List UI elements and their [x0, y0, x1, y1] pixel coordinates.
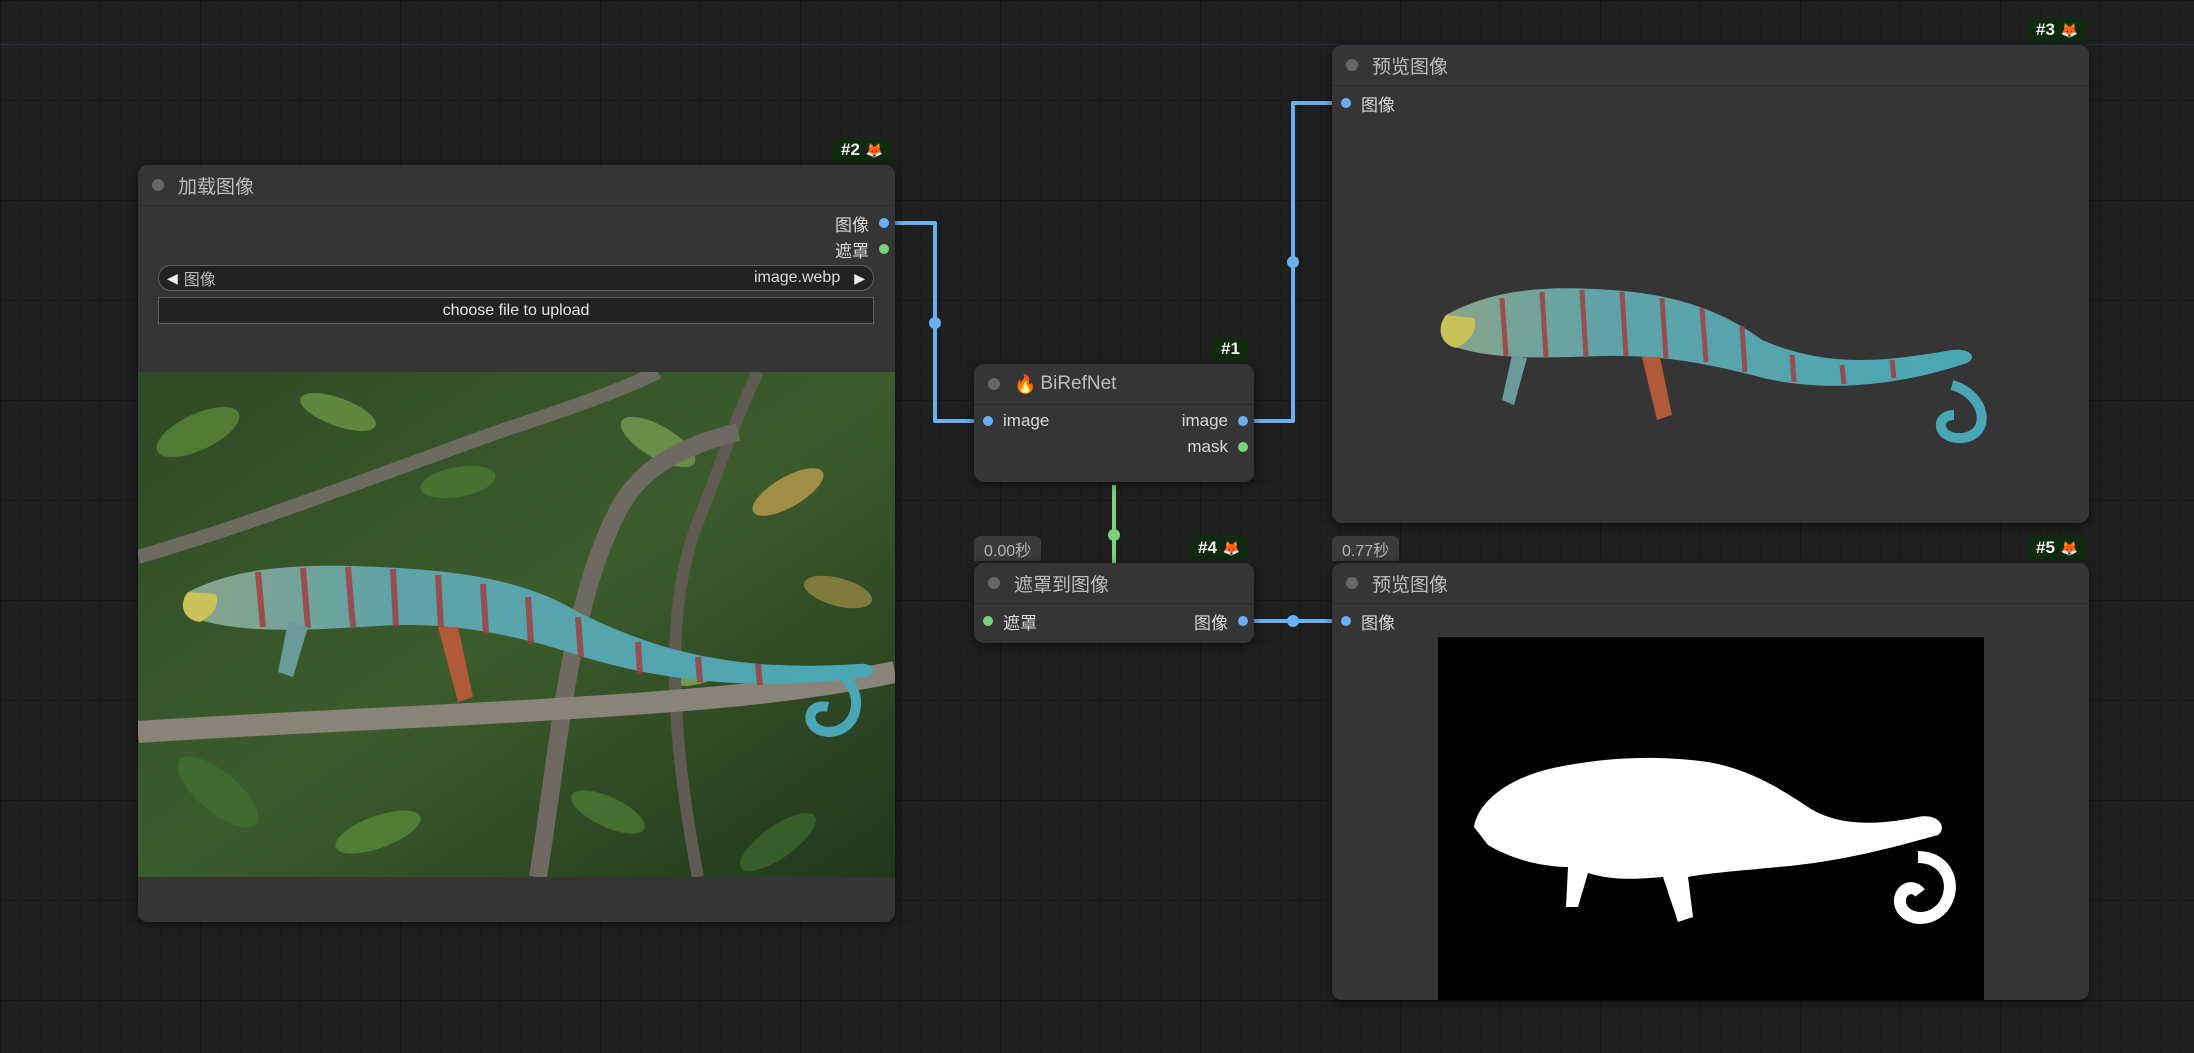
node-title-bar[interactable]: 🔥 BiRefNet [974, 364, 1254, 405]
output-dot[interactable] [1238, 616, 1248, 626]
output-dot[interactable] [1238, 416, 1248, 426]
input-dot[interactable] [983, 416, 993, 426]
output-slot-image[interactable]: 图像 [1194, 611, 1248, 633]
input-slot-image[interactable]: image [983, 411, 1049, 431]
collapse-toggle[interactable] [1346, 59, 1358, 71]
input-slot-mask[interactable]: 遮罩 [983, 611, 1037, 633]
node-id-badge: #3 🦊 [2028, 18, 2087, 42]
output-dot[interactable] [879, 244, 889, 254]
collapse-toggle[interactable] [988, 577, 1000, 589]
output-slot-mask[interactable]: mask [1187, 437, 1248, 457]
birefnet-node[interactable]: 🔥 BiRefNet image image mask [974, 364, 1254, 482]
node-title: 预览图像 [1372, 56, 1449, 78]
collapse-toggle[interactable] [1346, 577, 1358, 589]
node-title: BiRefNet [1040, 373, 1117, 394]
link-midpoint [1108, 529, 1120, 541]
node-title: 遮罩到图像 [1014, 574, 1110, 596]
node-title-bar[interactable]: 加载图像 [138, 165, 895, 206]
output-slot-mask[interactable]: 遮罩 [835, 239, 889, 261]
preview-image-node-top[interactable]: 预览图像 图像 [1332, 45, 2089, 523]
node-id-badge: #4 🦊 [1190, 536, 1249, 560]
load-image-node[interactable]: 加载图像 图像 遮罩 ◀ 图像 image.webp ▶ choose file… [138, 165, 895, 922]
node-id-badge: #1 [1213, 337, 1248, 361]
preview-image-node-bottom[interactable]: 预览图像 图像 [1332, 563, 2089, 1000]
input-dot[interactable] [1341, 616, 1351, 626]
link-midpoint [1287, 256, 1299, 268]
link-midpoint [929, 317, 941, 329]
fox-icon: 🦊 [2060, 21, 2079, 38]
output-slot-image[interactable]: image [1182, 411, 1248, 431]
node-title: 加载图像 [178, 176, 255, 198]
collapse-toggle[interactable] [152, 179, 164, 191]
node-title: 预览图像 [1372, 574, 1449, 596]
fox-icon: 🦊 [865, 141, 884, 158]
combo-prev-arrow-icon[interactable]: ◀ [167, 270, 178, 287]
combo-next-arrow-icon[interactable]: ▶ [854, 270, 865, 287]
output-dot[interactable] [1238, 442, 1248, 452]
image-combo-widget[interactable]: ◀ 图像 image.webp ▶ [158, 265, 874, 291]
fox-icon: 🦊 [2060, 539, 2079, 556]
collapse-toggle[interactable] [988, 378, 1000, 390]
preview-image-cutout [1432, 260, 2012, 460]
loaded-image-preview [138, 372, 895, 877]
execution-time-badge: 0.00秒 [974, 536, 1042, 561]
node-id-badge: #2 🦊 [833, 138, 892, 162]
output-slot-image[interactable]: 图像 [835, 213, 889, 235]
input-slot-image[interactable]: 图像 [1341, 93, 1395, 115]
preview-mask-image [1438, 637, 1984, 1000]
input-dot[interactable] [1341, 98, 1351, 108]
mask-to-image-node[interactable]: 遮罩到图像 遮罩 图像 [974, 563, 1254, 643]
fox-icon: 🦊 [1222, 539, 1241, 556]
node-title-bar[interactable]: 预览图像 [1332, 45, 2089, 86]
execution-time-badge: 0.77秒 [1332, 536, 1400, 561]
node-title-bar[interactable]: 遮罩到图像 [974, 563, 1254, 604]
input-slot-image[interactable]: 图像 [1341, 611, 1395, 633]
output-dot[interactable] [879, 218, 889, 228]
input-dot[interactable] [983, 616, 993, 626]
node-id-badge: #5 🦊 [2028, 536, 2087, 560]
fire-icon: 🔥 [1014, 373, 1037, 394]
link-midpoint [1287, 615, 1299, 627]
node-title-bar[interactable]: 预览图像 [1332, 563, 2089, 604]
upload-button[interactable]: choose file to upload [158, 297, 874, 324]
